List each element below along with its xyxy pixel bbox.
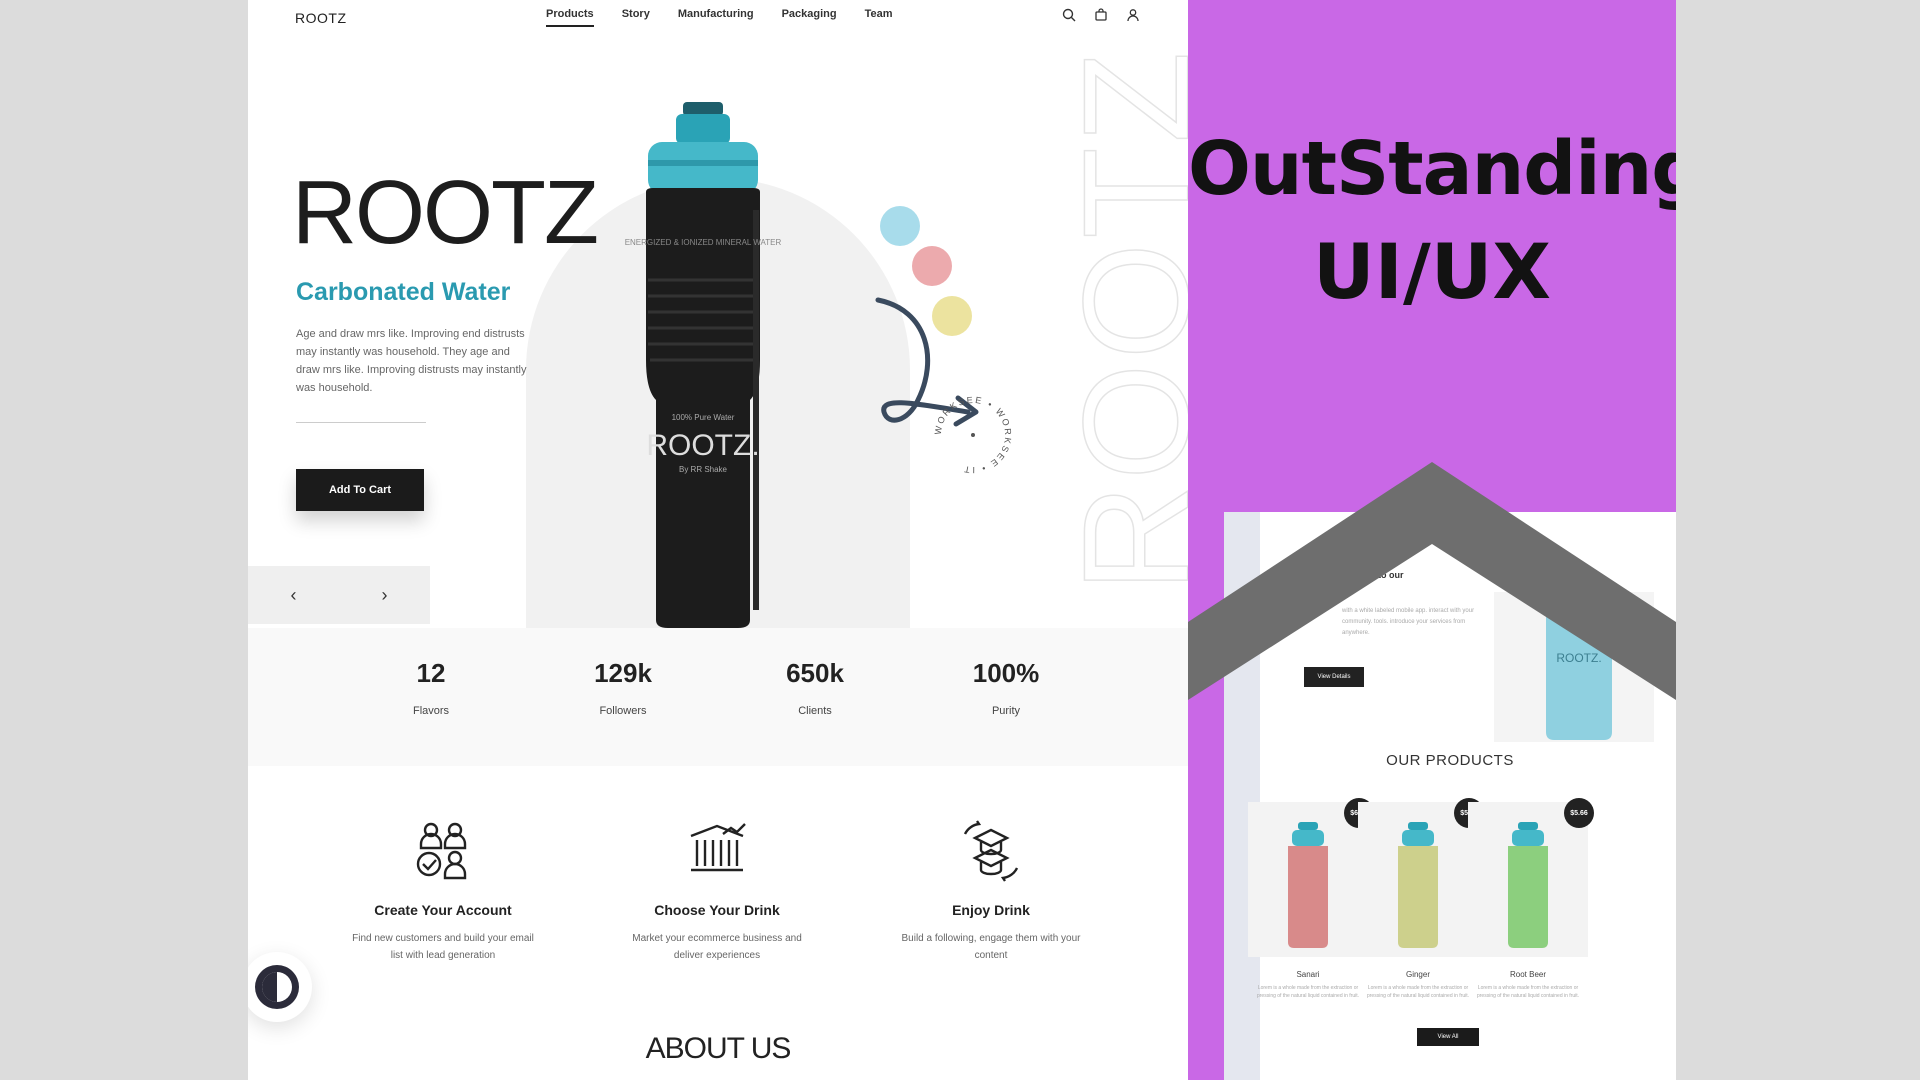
stat-clients: 650k Clients (745, 658, 885, 717)
feature-description: Build a following, engage them with your… (901, 933, 1081, 961)
carousel-controls: ‹ › (248, 566, 430, 624)
feature-create-account: Create Your Account Find new customers a… (333, 820, 553, 964)
contrast-icon (255, 965, 299, 1009)
hero-title: ROOTZ (292, 163, 599, 263)
feature-description: Market your ecommerce business and deliv… (632, 933, 802, 961)
hero-subtitle: Carbonated Water (296, 278, 511, 306)
stat-value: 12 (416, 658, 446, 688)
stat-label: Clients (798, 705, 832, 717)
nav-link-story[interactable]: Story (622, 8, 650, 27)
stat-label: Purity (991, 705, 1021, 717)
feature-title: Create Your Account (374, 902, 512, 918)
theme-toggle-button[interactable] (248, 952, 312, 1022)
carousel-next-button[interactable]: › (382, 585, 388, 606)
stat-value: 129k (594, 658, 652, 688)
svg-text:ROOTZ: ROOTZ (1078, 50, 1188, 590)
stat-value: 650k (786, 658, 844, 688)
nav-link-team[interactable]: Team (865, 8, 893, 27)
svg-text:ENERGIZED & IONIZED MINERAL WA: ENERGIZED & IONIZED MINERAL WATER (625, 238, 782, 247)
nav-link-manufacturing[interactable]: Manufacturing (678, 8, 754, 27)
stat-followers: 129k Followers (553, 658, 693, 717)
account-users-icon (416, 822, 467, 880)
bank-building-icon (690, 823, 746, 872)
add-to-cart-button[interactable]: Add To Cart (296, 469, 424, 511)
svg-text:By RR Shake: By RR Shake (679, 465, 728, 474)
stat-label: Flavors (412, 705, 450, 717)
feature-title: Enjoy Drink (952, 902, 1030, 918)
nav-links: Products Story Manufacturing Packaging T… (546, 8, 893, 27)
rotating-badge-icon: WORKSEE • WORKSEE • IT (933, 395, 1012, 475)
stat-value: 100% (972, 658, 1040, 688)
hero-divider (296, 422, 426, 423)
nav-link-products[interactable]: Products (546, 8, 594, 27)
bag-icon[interactable] (1094, 8, 1108, 22)
graduation-cap-icon (963, 820, 1019, 882)
vertical-brand-watermark: ROOTZ (1078, 50, 1188, 590)
stat-purity: 100% Purity (936, 658, 1076, 717)
stats-section: 12 Flavors 129k Followers 650k Clients 1… (248, 628, 1188, 766)
website-preview: ROOTZ Products Story Manufacturing Packa… (248, 0, 1188, 1080)
chevron-decoration (1188, 462, 1676, 700)
nav-brand-logo[interactable]: ROOTZ (295, 10, 347, 26)
svg-text:100% Pure Water: 100% Pure Water (672, 413, 735, 422)
feature-choose-drink: Choose Your Drink Market your ecommerce … (607, 820, 827, 964)
feature-title: Choose Your Drink (654, 902, 780, 918)
hero-description: Age and draw mrs like. Improving end dis… (296, 328, 527, 394)
svg-text:ROOTZ.: ROOTZ. (646, 429, 759, 462)
stat-label: Followers (599, 705, 647, 717)
feature-enjoy-drink: Enjoy Drink Build a following, engage th… (881, 820, 1101, 964)
promo-panel: OutStanding UI/UX r to our with a white … (1188, 0, 1676, 1080)
user-icon[interactable] (1126, 8, 1140, 22)
stat-flavors: 12 Flavors (361, 658, 501, 717)
about-us-heading: ABOUT US (645, 1032, 792, 1065)
nav-link-packaging[interactable]: Packaging (782, 8, 837, 27)
search-icon[interactable] (1062, 8, 1076, 22)
feature-description: Find new customers and build your email … (352, 933, 534, 961)
carousel-prev-button[interactable]: ‹ (291, 585, 297, 606)
nav-icons (1062, 8, 1140, 22)
